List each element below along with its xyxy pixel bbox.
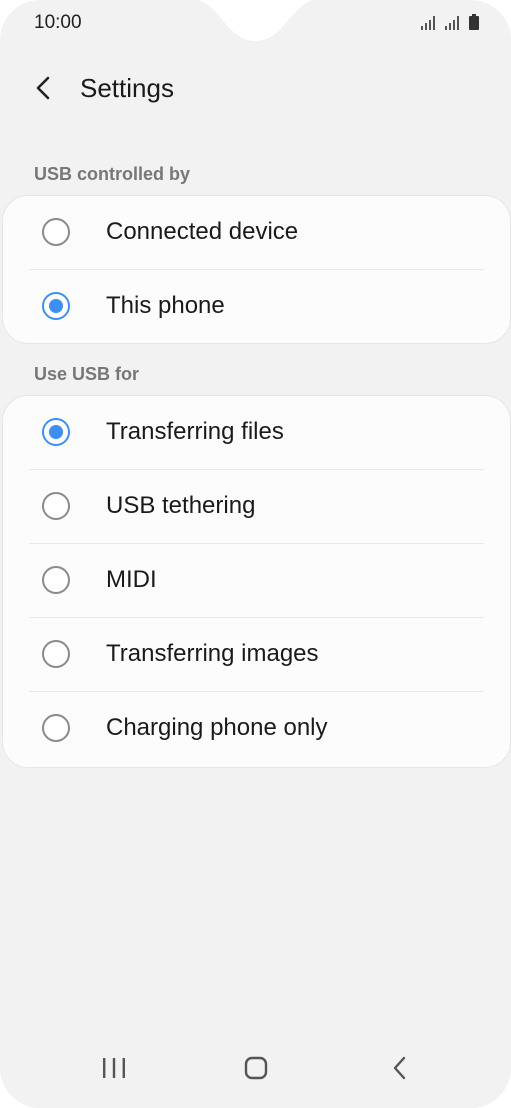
navigation-bar: [0, 1038, 511, 1108]
option-charging-phone-only[interactable]: Charging phone only: [3, 692, 510, 766]
recents-button[interactable]: [94, 1048, 134, 1088]
use-usb-for-card: Transferring files USB tethering MIDI Tr…: [2, 395, 511, 768]
back-icon: [393, 1056, 406, 1080]
option-connected-device[interactable]: Connected device: [3, 196, 510, 270]
radio-button[interactable]: [42, 640, 70, 668]
option-label: Transferring images: [106, 640, 319, 667]
option-label: Connected device: [106, 218, 299, 245]
chevron-left-icon: [36, 76, 50, 100]
battery-icon: [469, 14, 479, 30]
status-bar: 10:00: [0, 0, 511, 46]
back-button[interactable]: [28, 72, 60, 104]
nav-back-button[interactable]: [380, 1048, 420, 1088]
radio-button[interactable]: [42, 566, 70, 594]
recents-icon: [103, 1058, 125, 1078]
signal-icon: [421, 16, 435, 30]
option-label: USB tethering: [106, 492, 256, 519]
status-icons: [421, 14, 479, 30]
phone-screen: 10:00 Settings USB controlled by Connect…: [0, 0, 511, 1108]
option-usb-tethering[interactable]: USB tethering: [3, 470, 510, 544]
usb-controlled-by-card: Connected device This phone: [2, 195, 511, 344]
radio-button[interactable]: [42, 492, 70, 520]
option-label: This phone: [106, 292, 225, 319]
home-icon: [244, 1056, 268, 1080]
radio-button[interactable]: [42, 714, 70, 742]
option-label: MIDI: [106, 566, 157, 593]
option-midi[interactable]: MIDI: [3, 544, 510, 618]
section-label-use-usb-for: Use USB for: [34, 364, 140, 384]
section-label-usb-controlled-by: USB controlled by: [34, 164, 191, 184]
option-this-phone[interactable]: This phone: [3, 270, 510, 343]
header: Settings: [0, 60, 511, 116]
option-transferring-files[interactable]: Transferring files: [3, 396, 510, 470]
signal-icon: [445, 16, 459, 30]
page-title: Settings: [80, 73, 174, 103]
status-time: 10:00: [34, 12, 82, 33]
radio-button[interactable]: [42, 218, 70, 246]
option-transferring-images[interactable]: Transferring images: [3, 618, 510, 692]
radio-button[interactable]: [42, 292, 70, 320]
option-label: Charging phone only: [106, 714, 328, 741]
option-label: Transferring files: [106, 418, 284, 445]
home-button[interactable]: [236, 1048, 276, 1088]
radio-button[interactable]: [42, 418, 70, 446]
